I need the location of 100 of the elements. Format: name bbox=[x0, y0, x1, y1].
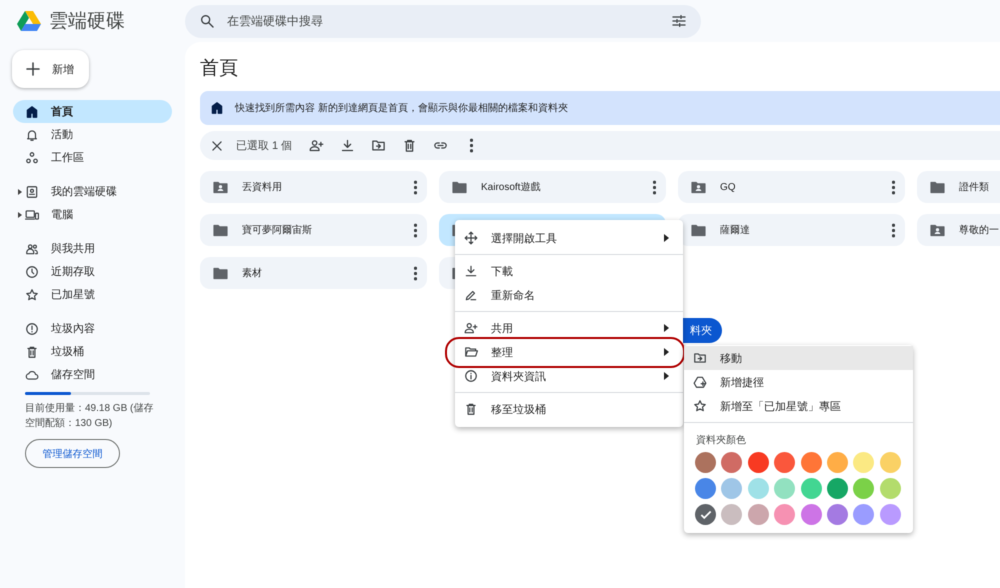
sidebar-item[interactable]: 垃圾桶 bbox=[13, 340, 172, 363]
people-icon bbox=[25, 242, 39, 256]
folder-name: 寶可夢阿爾宙斯 bbox=[242, 224, 313, 237]
folder-name: 證件類 bbox=[959, 180, 990, 194]
download-icon bbox=[464, 264, 478, 278]
menu-item[interactable]: 移至垃圾桶 bbox=[455, 397, 683, 421]
banner-text: 快速找到所需內容 新的到達網頁是首頁，會顯示與你最相關的檔案和資料夾 bbox=[235, 102, 568, 115]
person-add-icon bbox=[464, 321, 478, 335]
folder-name: Kairosoft遊戲 bbox=[481, 180, 542, 194]
more-icon[interactable] bbox=[414, 266, 417, 280]
folder-arrow-icon bbox=[370, 138, 386, 153]
color-swatch[interactable] bbox=[695, 504, 716, 525]
menu-item[interactable]: 移動 bbox=[684, 346, 913, 370]
pen-icon bbox=[464, 288, 478, 302]
color-swatch[interactable] bbox=[826, 452, 848, 473]
clock-icon bbox=[25, 264, 39, 278]
folder-card[interactable]: 證件類 bbox=[917, 171, 1000, 203]
close-icon bbox=[210, 138, 224, 152]
menu-item[interactable]: 新增捷徑 bbox=[684, 370, 913, 394]
menu-item[interactable]: 新增至「已加星號」專區 bbox=[684, 394, 913, 418]
menu-item[interactable]: 資料夾資訊 bbox=[455, 364, 683, 388]
home-icon bbox=[210, 101, 224, 115]
sidebar-item[interactable]: 首頁 bbox=[13, 100, 172, 123]
folder-card[interactable]: 尊敬的一 bbox=[917, 214, 1000, 246]
color-swatch[interactable] bbox=[748, 452, 769, 473]
search-icon bbox=[199, 12, 215, 28]
submenu-arrow-icon bbox=[664, 348, 669, 356]
folder-name: 丟資料用 bbox=[242, 180, 283, 194]
color-swatch[interactable] bbox=[826, 504, 848, 525]
storage-usage-text: 目前使用量：49.18 GB (儲存空間配額：130 GB) bbox=[25, 402, 154, 431]
plus-icon bbox=[24, 60, 42, 78]
folder-card[interactable]: 素材 bbox=[200, 257, 427, 289]
color-swatch[interactable] bbox=[748, 478, 769, 499]
sidebar-item[interactable]: 垃圾內容 bbox=[13, 317, 172, 340]
sidebar-item[interactable]: 工作區 bbox=[13, 146, 172, 169]
menu-item[interactable]: 重新命名 bbox=[455, 283, 683, 307]
sidebar-item[interactable]: 電腦 bbox=[13, 203, 172, 226]
menu-item[interactable]: 下載 bbox=[455, 259, 683, 283]
color-swatch[interactable] bbox=[695, 478, 716, 499]
color-swatch[interactable] bbox=[774, 452, 796, 473]
color-swatch[interactable] bbox=[721, 478, 742, 499]
folder-name: 素材 bbox=[242, 266, 263, 280]
move-arrows-icon bbox=[464, 231, 478, 245]
selection-count: 已選取 1 個 bbox=[236, 139, 292, 153]
expand-arrow-icon[interactable] bbox=[18, 212, 23, 218]
info-icon bbox=[464, 369, 478, 383]
sidebar-item[interactable]: 儲存空間 bbox=[13, 363, 172, 386]
color-swatch[interactable] bbox=[774, 478, 796, 499]
folder-card[interactable]: 寶可夢阿爾宙斯 bbox=[200, 214, 427, 246]
color-swatch[interactable] bbox=[880, 478, 901, 499]
color-swatch[interactable] bbox=[853, 452, 874, 473]
sidebar-item[interactable]: 活動 bbox=[13, 123, 172, 146]
folder-card[interactable]: Kairosoft遊戲 bbox=[439, 171, 666, 203]
sidebar-item[interactable]: 與我共用 bbox=[13, 237, 172, 260]
bell-icon bbox=[25, 128, 39, 142]
folder-card[interactable]: GQ bbox=[678, 171, 905, 203]
folder-card[interactable]: 丟資料用 bbox=[200, 171, 427, 203]
color-swatch[interactable] bbox=[774, 504, 796, 525]
home-icon bbox=[25, 104, 39, 118]
color-swatch[interactable] bbox=[853, 504, 874, 525]
sidebar-item[interactable]: 近期存取 bbox=[13, 260, 172, 283]
color-swatch[interactable] bbox=[721, 504, 742, 525]
sidebar-item[interactable]: 已加星號 bbox=[13, 283, 172, 306]
sidebar-item[interactable]: 我的雲端硬碟 bbox=[13, 180, 172, 203]
color-swatch[interactable] bbox=[880, 452, 901, 473]
color-swatch[interactable] bbox=[800, 504, 822, 525]
folder-name: GQ bbox=[720, 182, 737, 192]
submenu-arrow-icon bbox=[664, 324, 669, 332]
drive-icon bbox=[25, 184, 39, 198]
filter-icon[interactable] bbox=[671, 12, 687, 28]
more-icon[interactable] bbox=[414, 180, 417, 194]
color-swatch[interactable] bbox=[800, 478, 822, 499]
alert-icon bbox=[25, 322, 39, 336]
manage-storage-button[interactable]: 管理儲存空間 bbox=[25, 439, 120, 468]
more-icon[interactable] bbox=[653, 180, 656, 194]
color-swatch[interactable] bbox=[880, 504, 901, 525]
more-icon[interactable] bbox=[892, 222, 895, 238]
page-title: 首頁 bbox=[200, 57, 239, 81]
more-icon bbox=[470, 138, 473, 153]
color-swatch[interactable] bbox=[748, 504, 769, 525]
more-icon[interactable] bbox=[414, 222, 417, 238]
star-icon bbox=[693, 399, 707, 413]
color-swatch[interactable] bbox=[721, 452, 742, 473]
color-swatch[interactable] bbox=[826, 478, 848, 499]
app-title: 雲端硬碟 bbox=[49, 10, 125, 34]
folder-card[interactable]: 薩爾達 bbox=[678, 214, 905, 246]
expand-arrow-icon[interactable] bbox=[18, 189, 23, 195]
more-icon[interactable] bbox=[892, 180, 895, 194]
color-swatch[interactable] bbox=[853, 478, 874, 499]
search-field[interactable]: 在雲端硬碟中搜尋 bbox=[185, 4, 701, 38]
trash-icon bbox=[25, 344, 39, 358]
trash-icon bbox=[402, 138, 417, 153]
folder-name: 薩爾達 bbox=[720, 224, 751, 237]
color-swatch[interactable] bbox=[800, 452, 822, 473]
download-icon bbox=[340, 138, 355, 153]
computer-icon bbox=[25, 208, 39, 222]
menu-item[interactable]: 整理 bbox=[455, 340, 683, 364]
new-button[interactable]: 新增 bbox=[12, 50, 89, 88]
menu-item[interactable]: 共用 bbox=[455, 316, 683, 340]
color-swatch[interactable] bbox=[695, 452, 716, 473]
